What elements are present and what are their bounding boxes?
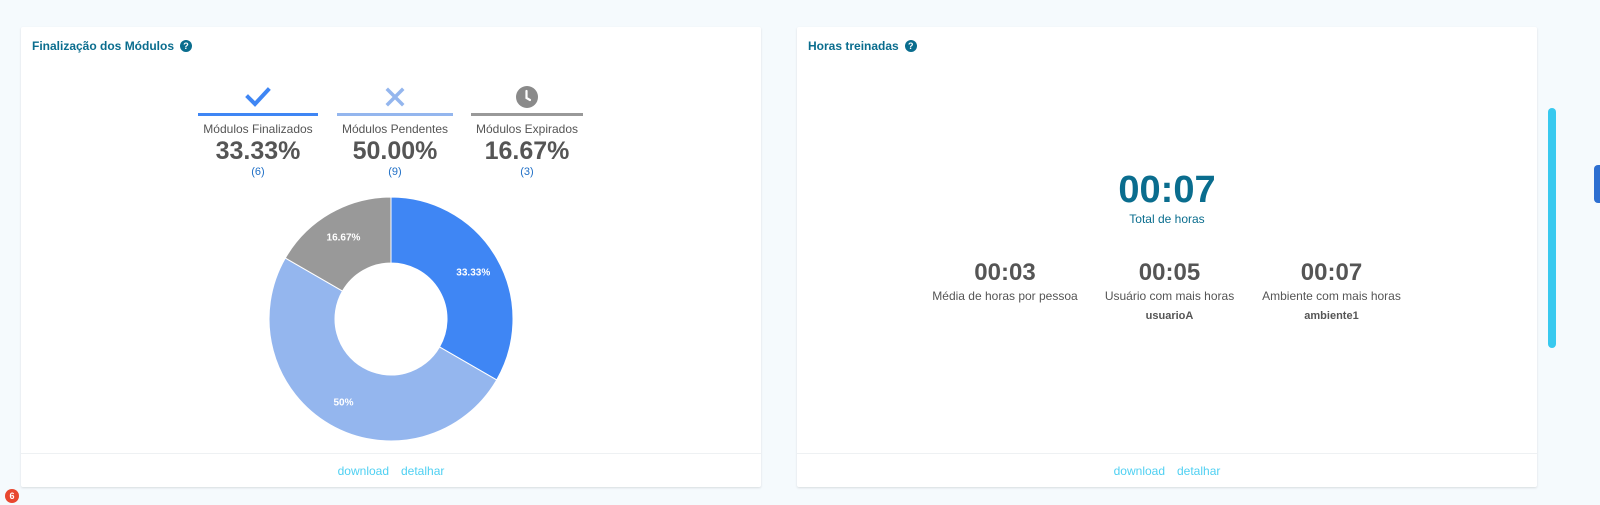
stat-count: (3) (520, 166, 534, 178)
stat-percent: 16.67% (484, 137, 570, 165)
total-hours-label: Total de horas (1129, 212, 1205, 226)
check-icon (245, 87, 271, 107)
donut-slice[interactable] (390, 196, 514, 381)
stat-pendentes: Módulos Pendentes 50.00% (9) (337, 83, 453, 178)
modules-donut-chart: 33.33% 50% 16.67% (268, 196, 514, 442)
total-hours: 00:07 Total de horas (797, 168, 1537, 226)
stat-label: Módulos Pendentes (341, 122, 449, 136)
stat-expirados: Módulos Expirados 16.67% (3) (471, 83, 583, 178)
card-title: Finalização dos Módulos ? (32, 39, 193, 53)
stat-label: Módulos Expirados (475, 122, 579, 136)
detail-link[interactable]: detalhar (1177, 464, 1220, 478)
stat-finalizados: Módulos Finalizados 33.33% (6) (198, 83, 318, 178)
notification-badge[interactable]: 6 (5, 489, 19, 503)
donut-slice-label: 33.33% (456, 267, 490, 278)
close-icon (385, 87, 405, 107)
stat-count: (9) (388, 166, 402, 178)
stat-percent: 50.00% (352, 137, 438, 165)
average-hours: 00:03 Média de horas por pessoa (925, 259, 1085, 303)
total-hours-value: 00:07 (1118, 169, 1216, 211)
card-footer: download detalhar (21, 453, 761, 487)
help-icon[interactable]: ? (904, 40, 917, 52)
top-environment-value: 00:07 (1300, 259, 1363, 286)
help-icon[interactable]: ? (180, 40, 193, 52)
stat-percent: 33.33% (215, 137, 301, 165)
top-environment-hours: 00:07 Ambiente com mais horas ambiente1 (1254, 259, 1409, 322)
modules-completion-card: Finalização dos Módulos ? Módulos Finali… (21, 27, 761, 487)
average-hours-value: 00:03 (974, 259, 1036, 286)
scrollbar[interactable] (1548, 108, 1556, 348)
stat-count: (6) (251, 166, 265, 178)
detail-link[interactable]: detalhar (401, 464, 444, 478)
top-environment-label: Ambiente com mais horas (1262, 289, 1401, 303)
stat-bar (198, 113, 318, 116)
card-title-text: Finalização dos Módulos (32, 39, 175, 53)
stat-bar (471, 113, 583, 116)
top-user-label: Usuário com mais horas (1104, 289, 1235, 303)
donut-slice-label: 16.67% (327, 233, 361, 244)
side-tab[interactable] (1594, 165, 1600, 203)
clock-icon (516, 86, 538, 108)
top-user-value: 00:05 (1138, 259, 1201, 286)
average-hours-label: Média de horas por pessoa (932, 289, 1078, 303)
card-title: Horas treinadas ? (808, 39, 917, 53)
stat-bar (337, 113, 453, 116)
stat-label: Módulos Finalizados (203, 122, 313, 136)
top-user-name: usuarioA (1145, 310, 1194, 322)
card-footer: download detalhar (797, 453, 1537, 487)
download-link[interactable]: download (338, 464, 389, 478)
download-link[interactable]: download (1114, 464, 1165, 478)
donut-slice-label: 50% (334, 397, 354, 408)
top-user-hours: 00:05 Usuário com mais horas usuarioA (1097, 259, 1242, 322)
card-title-text: Horas treinadas (808, 39, 899, 53)
top-environment-name: ambiente1 (1304, 310, 1359, 322)
trained-hours-card: Horas treinadas ? 00:07 Total de horas 0… (797, 27, 1537, 487)
